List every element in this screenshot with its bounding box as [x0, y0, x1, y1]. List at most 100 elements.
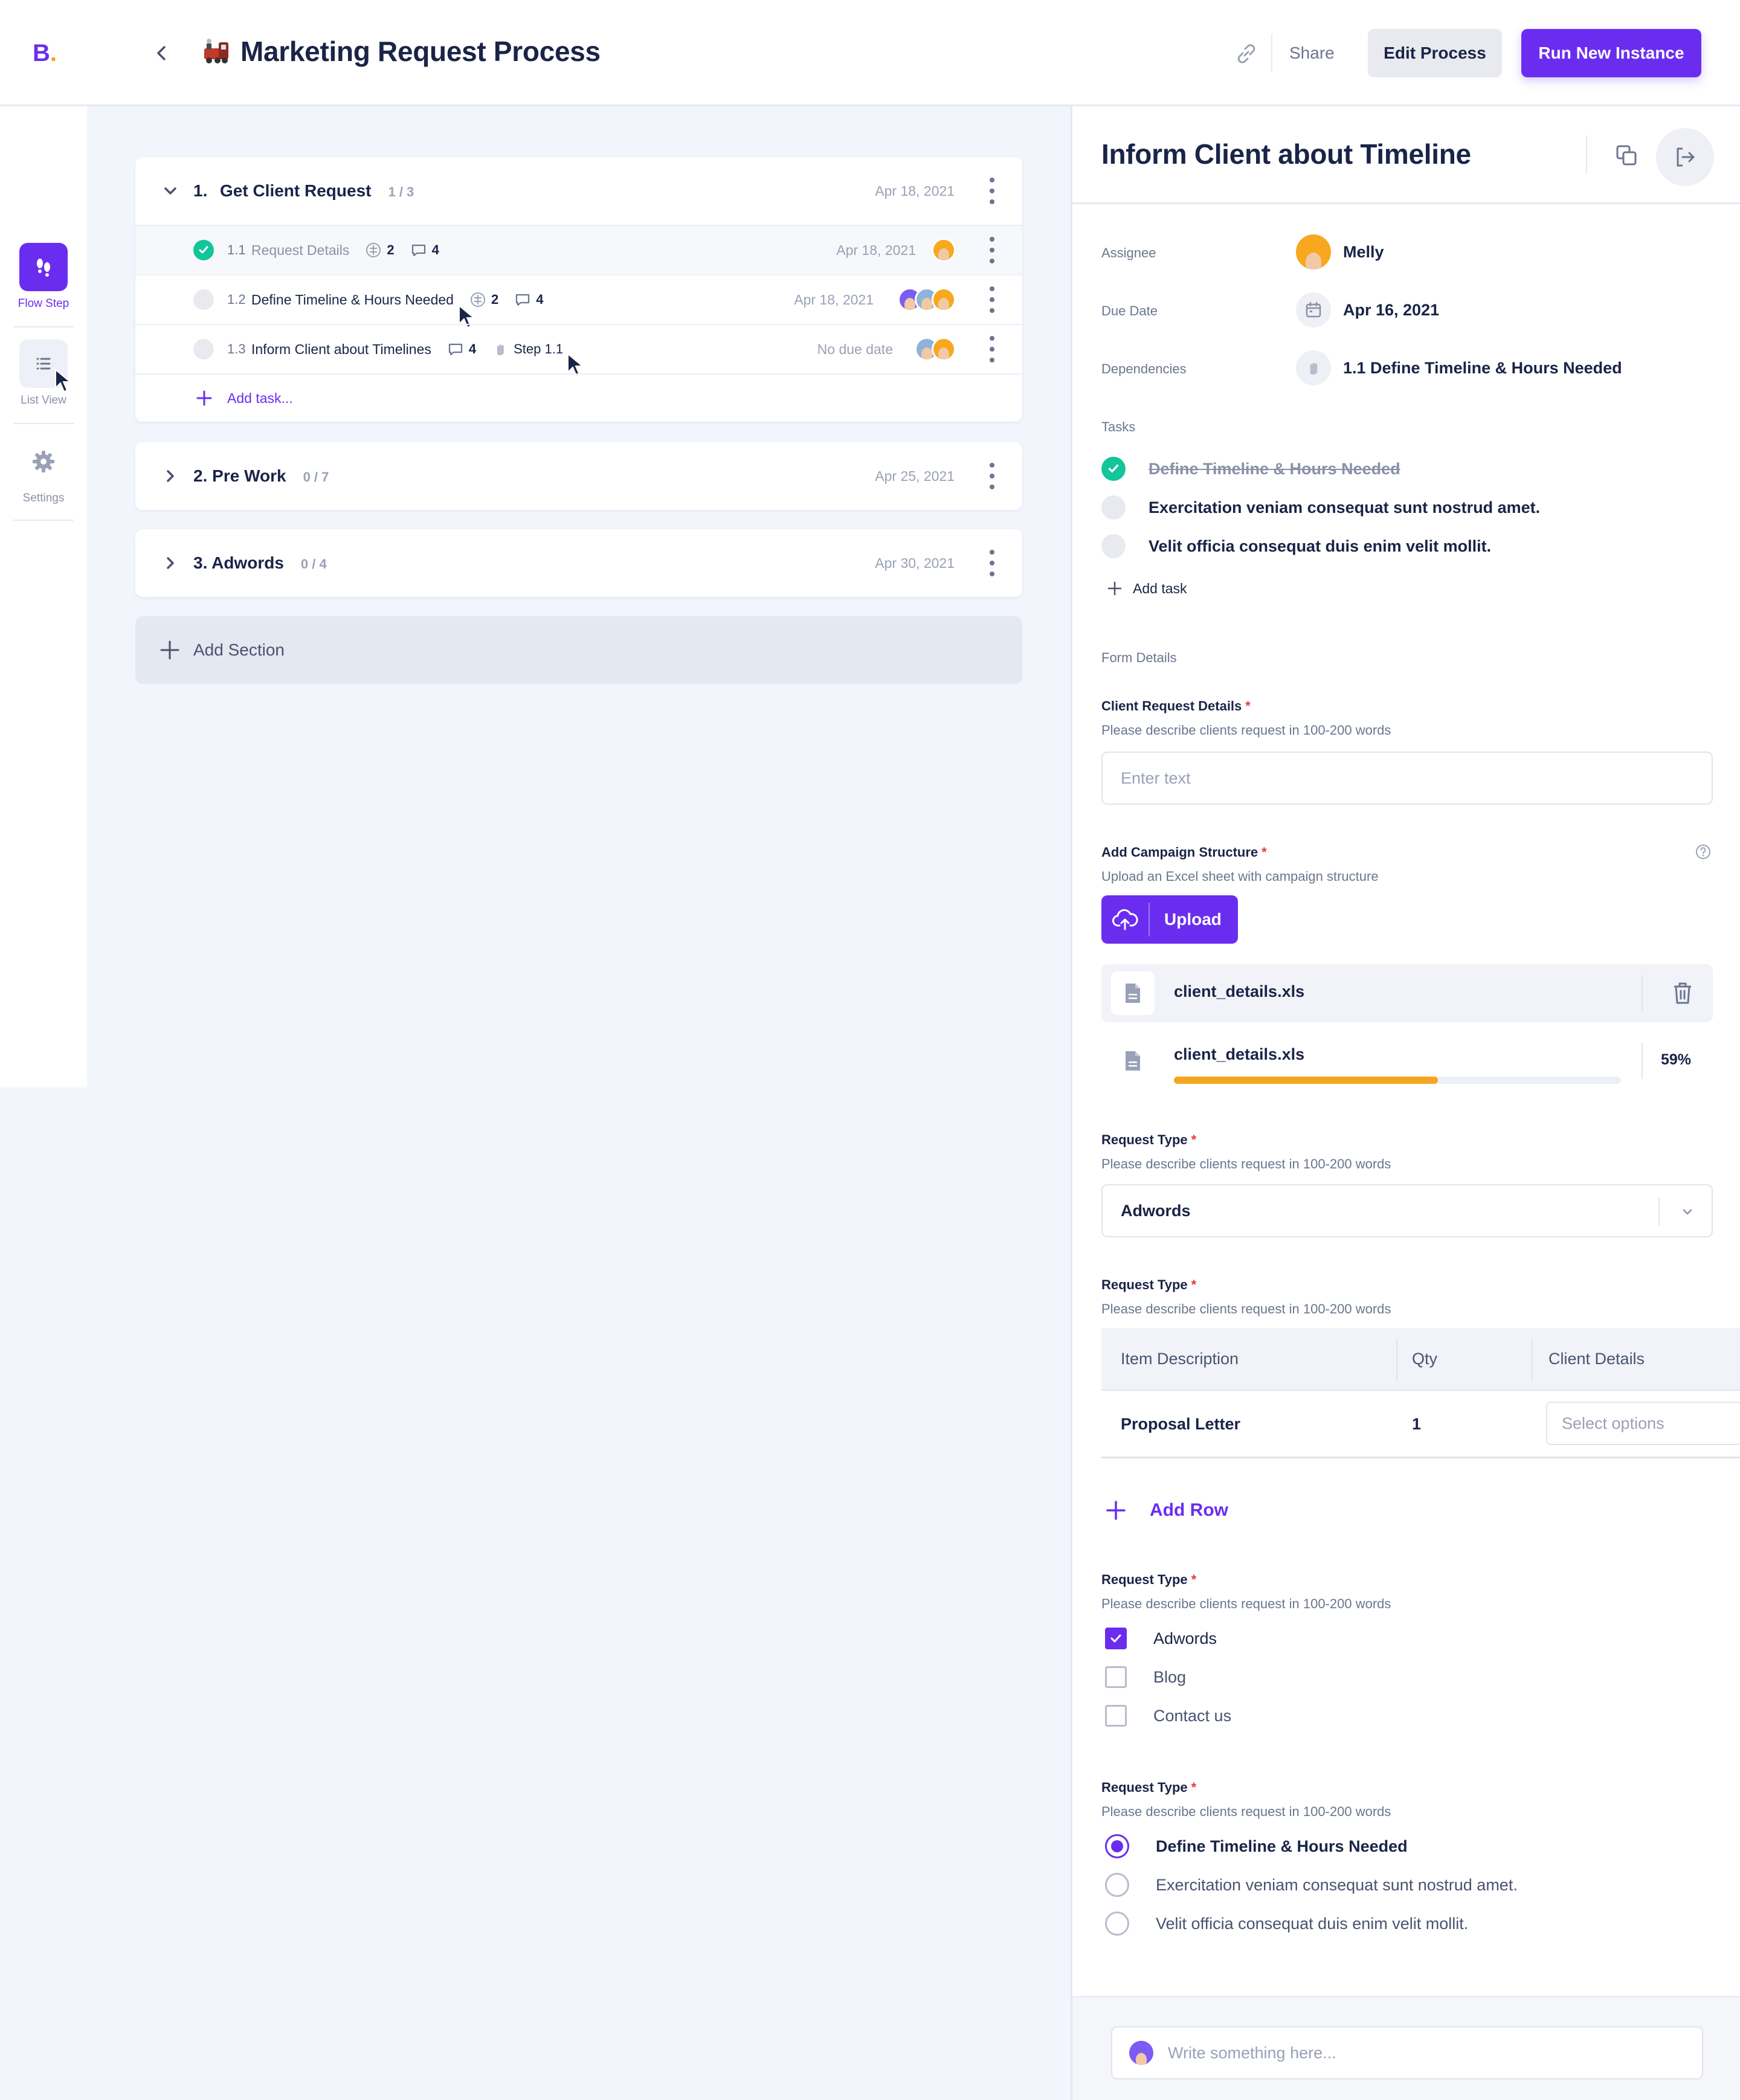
uploaded-file-row[interactable]: client_details.xls [1101, 964, 1713, 1022]
checkbox-option[interactable]: Blog [1105, 1666, 1186, 1688]
more-options-icon[interactable] [988, 286, 996, 313]
radio-option[interactable]: Exercitation veniam consequat sunt nostr… [1105, 1873, 1518, 1897]
check-circle-icon[interactable] [193, 240, 214, 260]
checkbox-empty-icon[interactable] [1105, 1666, 1127, 1688]
task-due-date: No due date [817, 341, 893, 357]
question-subtitle: Please describe clients request in 100-2… [1101, 1301, 1391, 1316]
duplicate-icon[interactable] [1611, 140, 1642, 170]
subtask-item[interactable]: Velit officia consequat duis enim velit … [1101, 534, 1491, 558]
link-icon[interactable] [1232, 40, 1260, 68]
radio-option[interactable]: Define Timeline & Hours Needed [1105, 1834, 1408, 1858]
question-subtitle: Please describe clients request in 100-2… [1101, 1804, 1391, 1819]
radio-empty-icon[interactable] [1105, 1873, 1129, 1897]
task-row[interactable]: 1.3 Inform Client about Timelines 4 Step… [135, 324, 1022, 377]
comment-icon [411, 244, 425, 257]
chevron-right-icon[interactable] [160, 552, 181, 574]
left-rail: Flow Step List View Settings [0, 106, 87, 1087]
chevron-down-icon[interactable] [160, 180, 181, 202]
chevron-right-icon[interactable] [160, 465, 181, 487]
trash-icon[interactable] [1669, 980, 1696, 1007]
comment-icon [448, 343, 462, 356]
dependencies-value[interactable]: 1.1 Define Timeline & Hours Needed [1296, 350, 1622, 385]
form-details-label: Form Details [1101, 650, 1177, 665]
more-options-icon[interactable] [988, 550, 996, 576]
file-name: client_details.xls [1174, 1045, 1305, 1063]
hand-icon [497, 344, 504, 356]
check-circle-icon[interactable] [1101, 457, 1126, 481]
share-button[interactable]: Share [1271, 34, 1352, 72]
items-table: Item Description Qty Client Details Prop… [1101, 1328, 1740, 1458]
file-name: client_details.xls [1174, 982, 1305, 1000]
empty-circle-icon[interactable] [193, 289, 214, 310]
more-options-icon[interactable] [988, 336, 996, 362]
task-name[interactable]: Inform Client about Timelines [251, 341, 431, 358]
due-date-label: Due Date [1101, 303, 1158, 318]
section-date: Apr 30, 2021 [875, 555, 955, 571]
checkbox-checked-icon[interactable] [1105, 1628, 1127, 1649]
comment-count: 4 [514, 291, 543, 308]
add-task-button[interactable]: Add task... [135, 373, 1022, 422]
more-options-icon[interactable] [988, 178, 996, 204]
rail-item-settings[interactable]: Settings [0, 437, 87, 505]
run-new-instance-button[interactable]: Run New Instance [1521, 29, 1701, 77]
add-section-button[interactable]: Add Section [135, 616, 1022, 684]
process-title: Marketing Request Process [240, 36, 601, 67]
radio-empty-icon[interactable] [1105, 1912, 1129, 1936]
request-type-select[interactable]: Adwords [1101, 1184, 1713, 1237]
edit-process-button[interactable]: Edit Process [1368, 29, 1502, 77]
task-name[interactable]: Request Details [251, 242, 349, 259]
section-get-client-request: 1. Get Client Request 1 / 3 Apr 18, 2021 … [135, 157, 1022, 422]
client-request-input[interactable]: Enter text [1101, 752, 1713, 805]
back-arrow-icon[interactable] [149, 39, 173, 68]
cloud-upload-icon [1101, 903, 1150, 936]
section-progress-count: 0 / 7 [303, 469, 329, 485]
subtask-item[interactable]: Define Timeline & Hours Needed [1101, 457, 1400, 481]
top-bar: B. Marketing Request Process Share Edit … [0, 0, 1740, 106]
add-row-button[interactable]: Add Row [1105, 1499, 1228, 1521]
task-row[interactable]: 1.2 Define Timeline & Hours Needed 2 4 A… [135, 274, 1022, 329]
more-options-icon[interactable] [988, 463, 996, 489]
plus-icon [1107, 581, 1122, 596]
mouse-pointer-icon [55, 369, 72, 393]
empty-circle-icon[interactable] [1101, 495, 1126, 520]
client-details-select[interactable]: Select options [1546, 1402, 1740, 1445]
comment-input[interactable]: Write something here... [1111, 2026, 1703, 2079]
section-header[interactable]: 1. Get Client Request 1 / 3 Apr 18, 2021 [135, 157, 1022, 225]
more-options-icon[interactable] [988, 237, 996, 263]
section-progress-count: 0 / 4 [300, 556, 327, 572]
upload-progress-bar [1174, 1077, 1621, 1084]
section-header[interactable]: 3. Adwords 0 / 4 Apr 30, 2021 [135, 529, 1022, 597]
subtask-count: 2 [365, 242, 395, 259]
avatar [932, 238, 956, 262]
checkbox-option[interactable]: Adwords [1105, 1628, 1217, 1649]
assignee-value[interactable]: Melly [1296, 234, 1384, 269]
upload-button[interactable]: Upload [1101, 895, 1238, 944]
app-logo[interactable]: B. [33, 40, 57, 67]
assignee-avatars [898, 288, 956, 312]
rail-item-flow-step[interactable]: Flow Step [0, 243, 87, 311]
question-subtitle: Please describe clients request in 100-2… [1101, 1156, 1391, 1171]
table-cell[interactable]: 1 [1412, 1415, 1421, 1434]
train-icon [204, 39, 228, 63]
table-cell[interactable]: Proposal Letter [1121, 1415, 1240, 1434]
rail-item-list-view[interactable]: List View [0, 340, 87, 407]
section-number: 1. [193, 181, 208, 200]
due-date-value[interactable]: Apr 16, 2021 [1296, 292, 1439, 327]
radio-option[interactable]: Velit officia consequat duis enim velit … [1105, 1912, 1468, 1936]
empty-circle-icon[interactable] [193, 339, 214, 359]
section-pre-work: 2. Pre Work 0 / 7 Apr 25, 2021 [135, 442, 1022, 510]
task-due-date: Apr 18, 2021 [794, 291, 874, 308]
help-icon[interactable] [1695, 843, 1712, 860]
section-header[interactable]: 2. Pre Work 0 / 7 Apr 25, 2021 [135, 442, 1022, 510]
dependency-tag[interactable]: Step 1.1 [492, 341, 563, 358]
subtask-item[interactable]: Exercitation veniam consequat sunt nostr… [1101, 495, 1540, 520]
task-row[interactable]: 1.1 Request Details 2 4 Apr 18, 2021 [135, 225, 1022, 274]
close-panel-button[interactable] [1656, 128, 1714, 186]
checkbox-option[interactable]: Contact us [1105, 1705, 1231, 1727]
add-subtask-button[interactable]: Add task [1106, 580, 1187, 597]
empty-circle-icon[interactable] [1101, 534, 1126, 558]
checkbox-empty-icon[interactable] [1105, 1705, 1127, 1727]
section-progress-count: 1 / 3 [388, 184, 414, 199]
task-name[interactable]: Define Timeline & Hours Needed [251, 292, 454, 308]
radio-selected-icon[interactable] [1105, 1834, 1129, 1858]
